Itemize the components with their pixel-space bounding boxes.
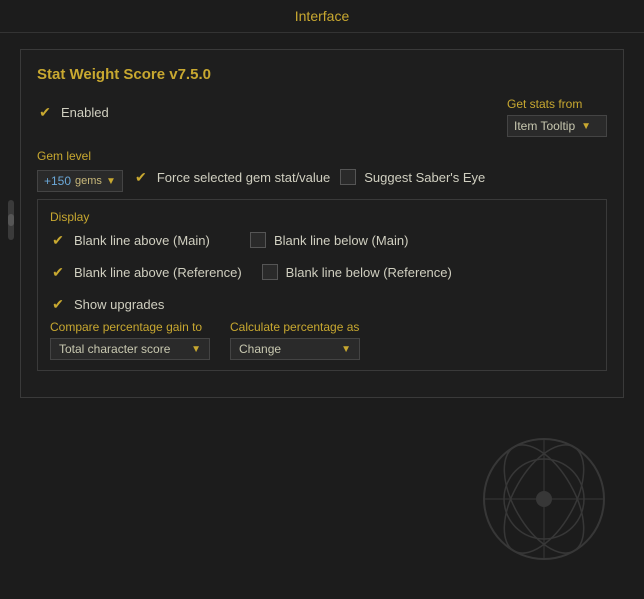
- calculate-value: Change: [239, 342, 281, 356]
- calculate-dropdown[interactable]: Change ▼: [230, 338, 360, 360]
- top-bar-title: Interface: [295, 8, 349, 24]
- compare-label: Compare percentage gain to: [50, 320, 210, 334]
- sabers-eye-row: Suggest Saber's Eye: [340, 169, 485, 185]
- blank-above-ref-label: Blank line above (Reference): [74, 265, 242, 280]
- compare-col: Compare percentage gain to Total charact…: [50, 320, 210, 360]
- gem-level-label: Gem level: [37, 149, 607, 163]
- blank-below-ref-row: Blank line below (Reference): [262, 264, 452, 280]
- blank-below-ref-label: Blank line below (Reference): [286, 265, 452, 280]
- get-stats-dropdown-arrow: ▼: [581, 121, 591, 132]
- scrollbar[interactable]: [8, 200, 14, 240]
- bg-decoration-icon: [464, 419, 624, 579]
- compare-value: Total character score: [59, 342, 170, 356]
- top-bar: Interface: [0, 0, 644, 33]
- calculate-label: Calculate percentage as: [230, 320, 360, 334]
- display-title: Display: [50, 210, 594, 224]
- enabled-checkbox[interactable]: ✔: [37, 104, 53, 120]
- enabled-label: Enabled: [61, 105, 109, 120]
- display-section: Display ✔ Blank line above (Main) Blank …: [37, 199, 607, 371]
- get-stats-from-dropdown[interactable]: Item Tooltip ▼: [507, 115, 607, 137]
- page-background: Interface Stat Weight Score v7.5.0 ✔ Ena…: [0, 0, 644, 599]
- gems-label: gems: [75, 175, 102, 187]
- gem-value-dropdown[interactable]: +150 gems ▼: [37, 170, 123, 192]
- blank-above-ref-row: ✔ Blank line above (Reference): [50, 264, 242, 280]
- force-gem-checkbox[interactable]: ✔: [133, 169, 149, 185]
- enabled-row: ✔ Enabled: [37, 104, 109, 120]
- get-stats-from-label: Get stats from: [507, 97, 582, 111]
- show-upgrades-checkbox[interactable]: ✔: [50, 296, 66, 312]
- compare-section: Compare percentage gain to Total charact…: [50, 320, 594, 360]
- blank-below-main-checkbox[interactable]: [250, 232, 266, 248]
- sabers-eye-label: Suggest Saber's Eye: [364, 170, 485, 185]
- blank-below-main-label: Blank line below (Main): [274, 233, 408, 248]
- gem-dropdown-arrow: ▼: [106, 176, 116, 187]
- compare-dropdown-arrow: ▼: [191, 344, 201, 355]
- force-gem-label: Force selected gem stat/value: [157, 170, 330, 185]
- show-upgrades-label: Show upgrades: [74, 297, 164, 312]
- blank-above-main-row: ✔ Blank line above (Main): [50, 232, 230, 248]
- panel-title: Stat Weight Score v7.5.0: [37, 66, 607, 83]
- force-gem-row: ✔ Force selected gem stat/value: [133, 169, 330, 185]
- calculate-col: Calculate percentage as Change ▼: [230, 320, 360, 360]
- compare-dropdown[interactable]: Total character score ▼: [50, 338, 210, 360]
- calculate-dropdown-arrow: ▼: [341, 344, 351, 355]
- gem-row: +150 gems ▼ ✔ Force selected gem stat/va…: [37, 169, 607, 193]
- get-stats-from-value: Item Tooltip: [514, 119, 575, 133]
- blank-above-ref-checkbox[interactable]: ✔: [50, 264, 66, 280]
- gem-value: +150: [44, 174, 71, 188]
- blank-below-ref-checkbox[interactable]: [262, 264, 278, 280]
- main-panel: Stat Weight Score v7.5.0 ✔ Enabled Get s…: [20, 49, 624, 398]
- blank-above-main-checkbox[interactable]: ✔: [50, 232, 66, 248]
- sabers-eye-checkbox[interactable]: [340, 169, 356, 185]
- gem-level-section: Gem level +150 gems ▼ ✔ Force selected g…: [37, 149, 607, 193]
- blank-above-main-label: Blank line above (Main): [74, 233, 210, 248]
- blank-below-main-row: Blank line below (Main): [250, 232, 408, 248]
- show-upgrades-row: ✔ Show upgrades: [50, 296, 594, 312]
